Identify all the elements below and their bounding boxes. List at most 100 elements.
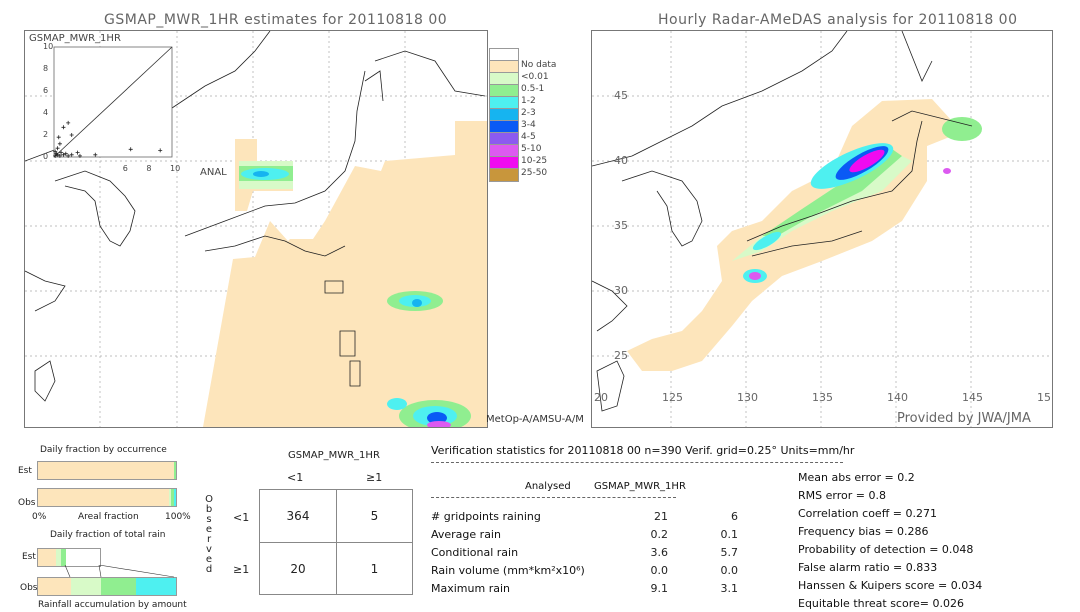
legend-label: 5-10: [521, 144, 542, 154]
stat-row-label: # gridpoints raining: [431, 510, 541, 523]
left-map-title: GSMAP_MWR_1HR estimates for 20110818 00: [104, 12, 448, 28]
bar-segment: [71, 578, 102, 595]
lat-tick: 40: [614, 154, 628, 167]
lat-tick: 45: [614, 89, 628, 102]
right-map-title: Hourly Radar-AMeDAS analysis for 2011081…: [658, 12, 1018, 28]
legend-label: No data: [521, 60, 557, 70]
legend-label: 2-3: [521, 108, 536, 118]
col-gsmap: GSMAP_MWR_1HR: [594, 481, 686, 492]
radar-coverage: [627, 99, 952, 371]
score-line: RMS error = 0.8: [798, 489, 886, 502]
bar-segment: [38, 462, 174, 479]
stat-row-label: Maximum rain: [431, 582, 510, 595]
bar-segment: [38, 578, 72, 595]
header-divider: [431, 462, 843, 463]
stat-analysed: 0.2: [650, 528, 669, 541]
inset-x-tick: 10: [170, 164, 181, 173]
bar-segment: [101, 578, 136, 595]
legend-label: 1-2: [521, 96, 536, 106]
score-line: Equitable threat score= 0.026: [798, 597, 964, 610]
occurrence-est-label: Est: [18, 466, 32, 476]
cell-miss: 20: [290, 561, 306, 576]
provided-by: Provided by JWA/JMA: [897, 411, 1031, 426]
bar-segment: [38, 549, 56, 566]
score-line: Mean abs error = 0.2: [798, 471, 915, 484]
legend-label: 4-5: [521, 132, 536, 142]
cell-hit: 1: [370, 561, 379, 576]
cell-hits-neg: 364: [286, 509, 310, 523]
inset-x-tick: 8: [146, 164, 152, 173]
observed-side-label: Observed: [204, 495, 214, 575]
right-map: [592, 31, 1052, 427]
inset-y-tick: 8: [43, 64, 49, 73]
lat-tick: 25: [614, 349, 628, 362]
lat-tick: 35: [614, 219, 628, 232]
contingency-col-label-0: <1: [287, 471, 304, 484]
lon-tick: 145: [962, 391, 983, 404]
legend-label: 25-50: [521, 168, 548, 178]
stat-gsmap: 6: [731, 510, 738, 523]
occurrence-x-left: 0%: [32, 512, 47, 522]
occurrence-x-right: 100%: [165, 512, 191, 522]
cell-false-alarm: 5: [370, 509, 379, 523]
legend-label: 10-25: [521, 156, 548, 166]
lat-tick: 30: [614, 284, 628, 297]
total-rain-obs-bar: [37, 577, 177, 596]
contingency-col-label-1: ≥1: [366, 471, 383, 484]
score-line: Correlation coeff = 0.271: [798, 507, 937, 520]
legend-swatch: [489, 168, 519, 182]
legend-label: 3-4: [521, 120, 536, 130]
legend-label: 0.5-1: [521, 84, 545, 94]
stat-analysed: 21: [654, 510, 668, 523]
score-line: False alarm ratio = 0.833: [798, 561, 938, 574]
lon-tick: 130: [737, 391, 758, 404]
bar-segment: [60, 549, 66, 566]
occurrence-obs-label: Obs: [18, 498, 36, 508]
lon-tick: 15: [1037, 391, 1051, 404]
total-rain-footer: Rainfall accumulation by amount: [38, 600, 187, 610]
score-line: Frequency bias = 0.286: [798, 525, 929, 538]
contingency-row-label-0: <1: [233, 511, 250, 524]
occurrence-x-label: Areal fraction: [78, 512, 139, 522]
bar-segment: [135, 578, 176, 595]
bar-segment: [173, 462, 176, 479]
side-label-char: d: [205, 564, 213, 575]
left-map-panel: GSMAP_MWR_1HR ANAL 0 2 4 6 6 8 8 10 10: [24, 30, 488, 428]
contingency-grid: 364 5 20 1: [259, 489, 413, 595]
stat-row-label: Average rain: [431, 528, 501, 541]
satellite-label: MetOp-A/AMSU-A/M: [486, 414, 584, 425]
score-line: Hanssen & Kuipers score = 0.034: [798, 579, 983, 592]
contingency-title: GSMAP_MWR_1HR: [288, 450, 380, 461]
total-rain-connectors: [64, 565, 175, 578]
verification-header: Verification statistics for 20110818 00 …: [431, 444, 855, 457]
stat-analysed: 0.0: [650, 564, 669, 577]
lon-tick: 125: [662, 391, 683, 404]
inset-y-tick: 6: [43, 86, 49, 95]
column-divider: [431, 497, 676, 498]
bar-segment: [174, 489, 176, 506]
inset-y-tick: 2: [43, 130, 49, 139]
right-map-panel: 20 Provided by JWA/JMA 45 40 35 30 25 125 130 1…: [591, 30, 1053, 428]
stat-gsmap: 0.1: [720, 528, 739, 541]
contingency-row-label-1: ≥1: [233, 563, 250, 576]
inset-y-tick: 10: [43, 42, 54, 51]
col-analysed: Analysed: [525, 481, 571, 492]
inset-x-label: ANAL: [200, 167, 227, 178]
inset-y-tick: 0: [43, 152, 49, 161]
stat-gsmap: 5.7: [720, 546, 739, 559]
legend-label: <0.01: [521, 72, 549, 82]
total-rain-obs-label: Obs: [20, 583, 38, 593]
stat-row-label: Conditional rain: [431, 546, 519, 559]
color-legend: No data <0.01 0.5-1 1-2 2-3 3-4 4-5 5-10 10-25 25…: [489, 48, 569, 188]
stat-analysed: 3.6: [650, 546, 669, 559]
occurrence-title: Daily fraction by occurrence: [40, 445, 167, 455]
lon-tick: 140: [887, 391, 908, 404]
inset-x-tick: 6: [122, 164, 128, 173]
total-rain-title: Daily fraction of total rain: [50, 530, 166, 540]
left-map: [25, 31, 487, 427]
lon-tick: 135: [812, 391, 833, 404]
scatter-inset: [53, 46, 173, 158]
lon-tick-left: 20: [594, 391, 608, 404]
occurrence-obs-bar: [37, 488, 177, 507]
total-rain-est-label: Est: [22, 552, 36, 562]
